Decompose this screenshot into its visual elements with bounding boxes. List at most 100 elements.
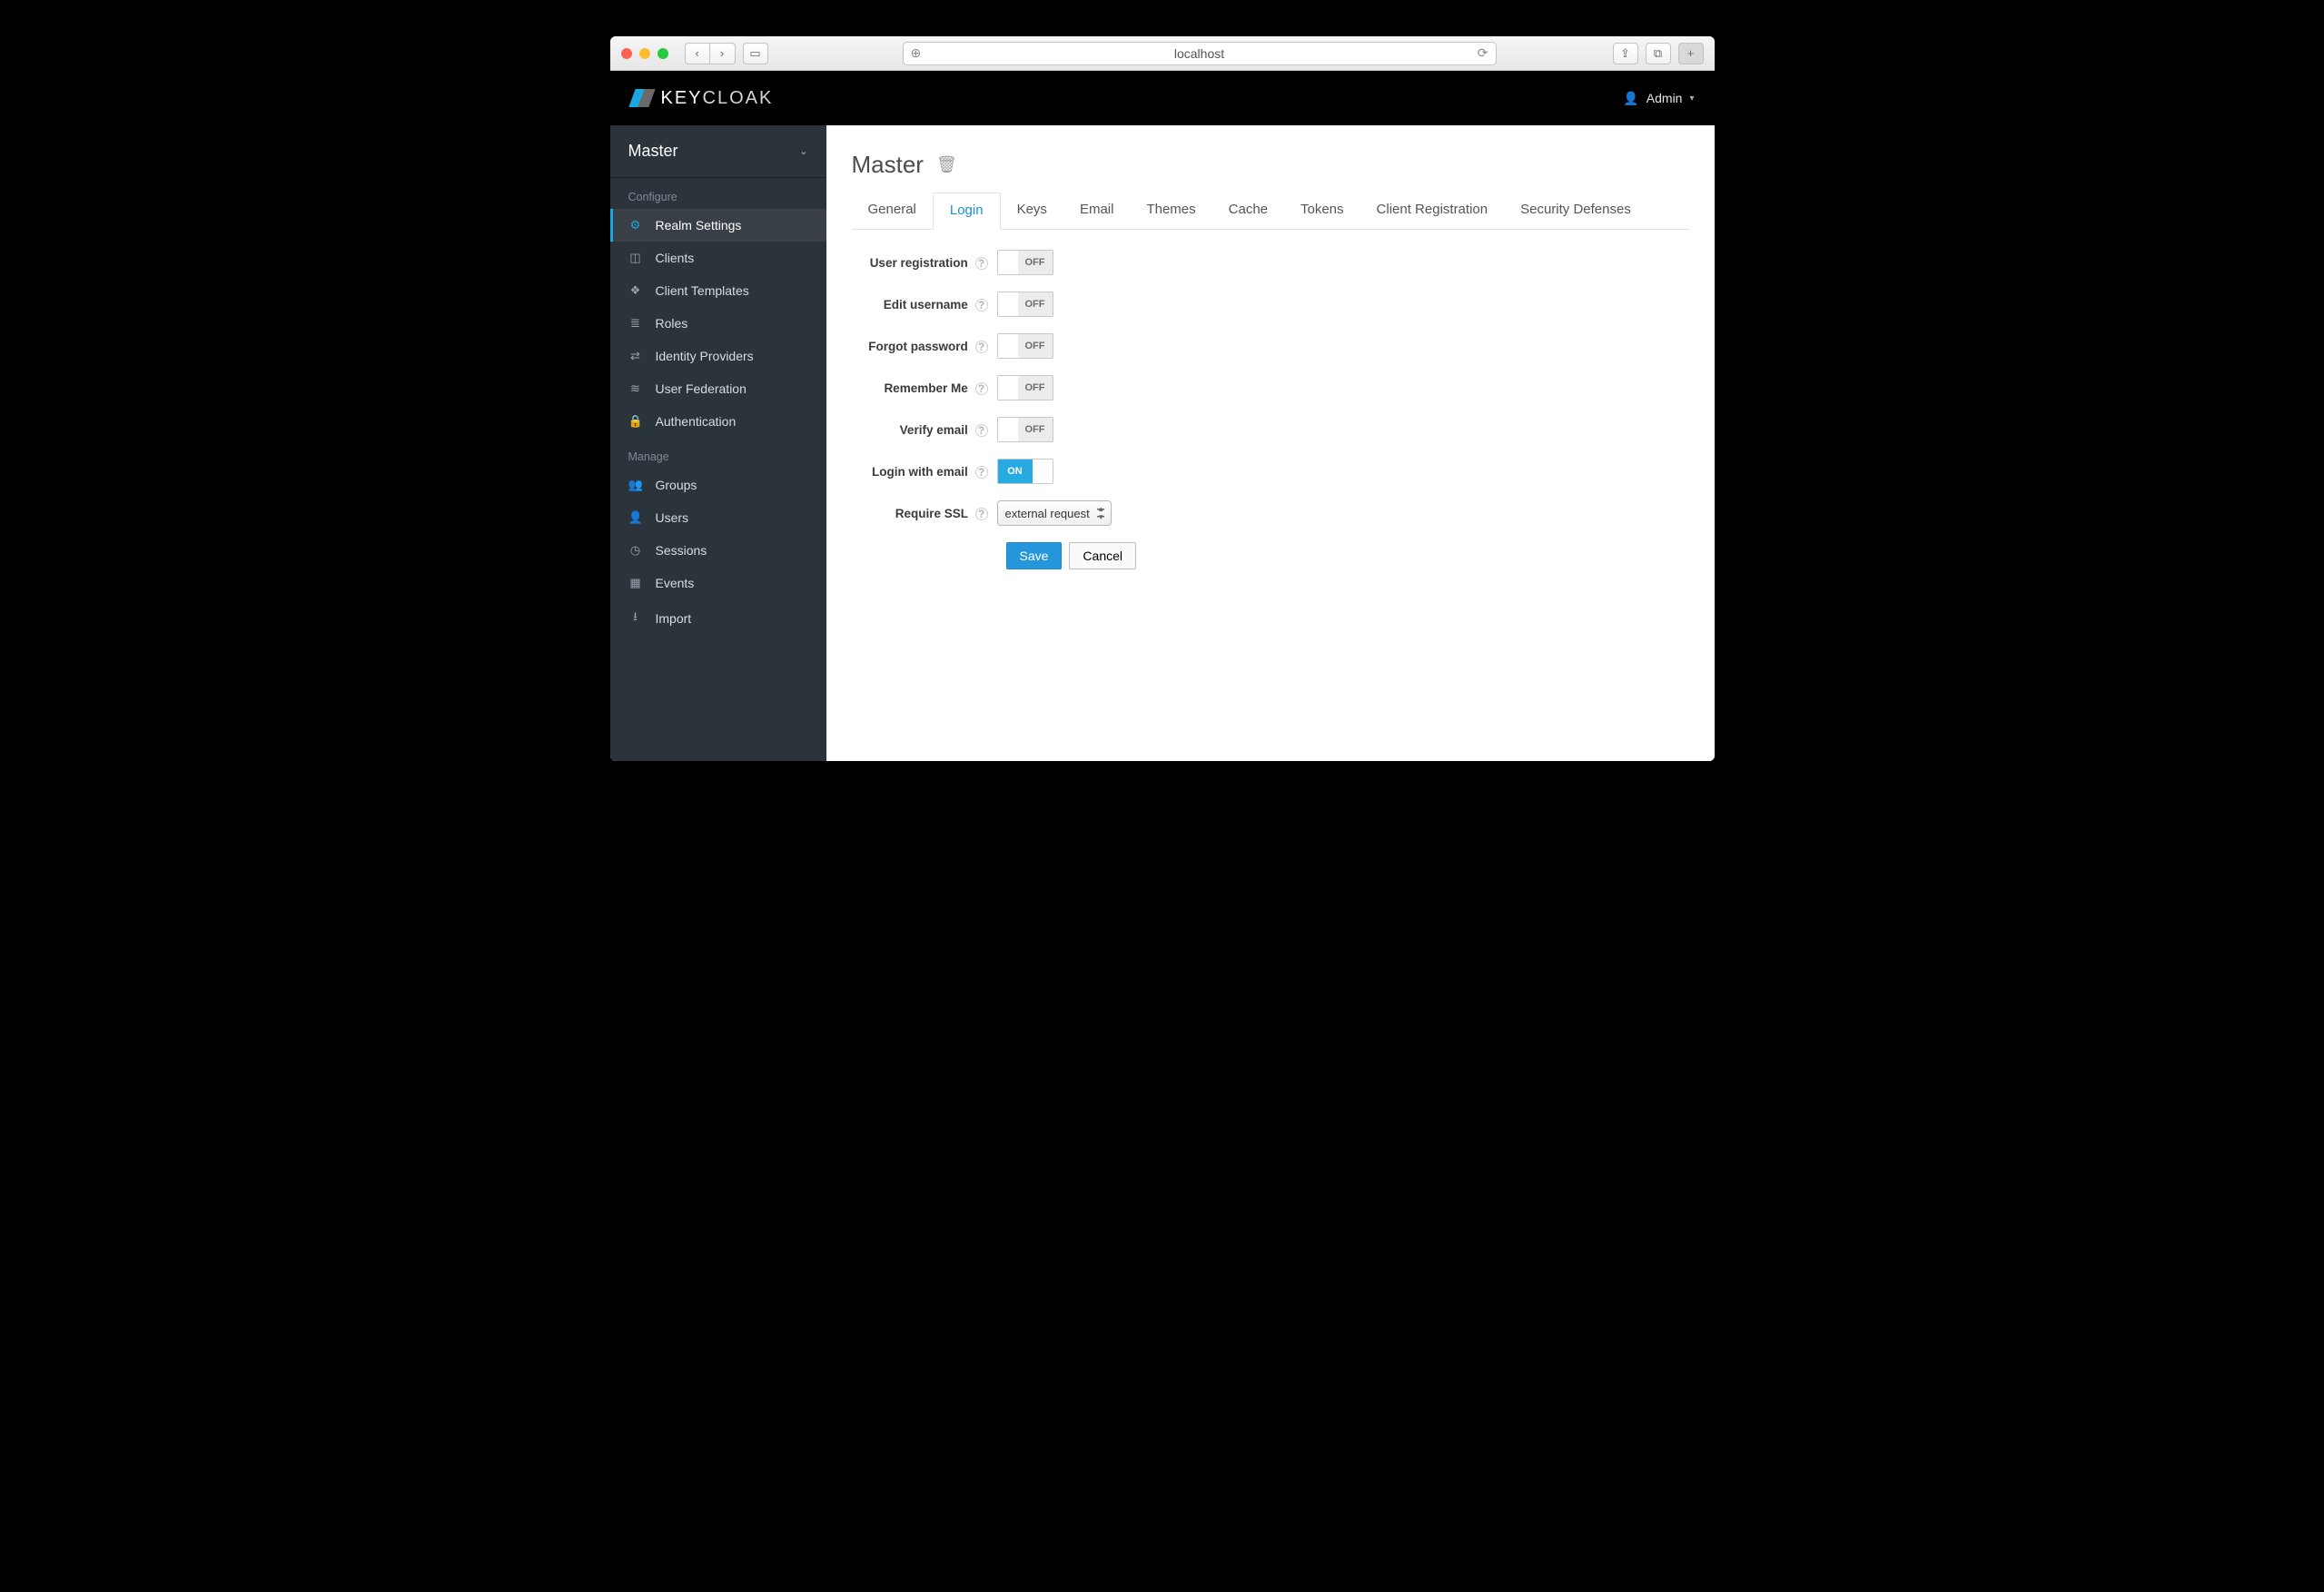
forward-button[interactable]: › <box>710 43 736 64</box>
toggle-knob <box>998 334 1018 358</box>
sidebar-item-realm-settings[interactable]: ⚙ Realm Settings <box>610 209 826 242</box>
brand-text-bold: KEY <box>661 88 703 108</box>
help-icon[interactable]: ? <box>975 257 988 270</box>
help-icon[interactable]: ? <box>975 508 988 520</box>
toggle-verify-email[interactable]: OFF <box>997 417 1053 442</box>
database-icon: ≋ <box>628 381 643 396</box>
select-value: external request <box>1005 507 1090 520</box>
sidebar-item-events[interactable]: ▦ Events <box>610 567 826 599</box>
sidebar-item-clients[interactable]: ◫ Clients <box>610 242 826 274</box>
sidebar-item-groups[interactable]: 👥 Groups <box>610 469 826 501</box>
address-host: localhost <box>904 46 1496 61</box>
row-edit-username: Edit username ? OFF <box>852 292 1689 317</box>
help-icon[interactable]: ? <box>975 299 988 311</box>
sidebar-section-manage: Manage <box>610 438 826 469</box>
chevron-down-icon: ▾ <box>1689 94 1694 104</box>
share-button[interactable]: ⇪ <box>1613 43 1638 64</box>
sidebar-item-label: Groups <box>656 478 697 492</box>
sidebar-item-authentication[interactable]: 🔒 Authentication <box>610 405 826 438</box>
new-tab-button[interactable]: + <box>1678 43 1704 64</box>
tab-client-registration[interactable]: Client Registration <box>1360 193 1505 230</box>
sidebar-toggle-button[interactable]: ▭ <box>743 43 768 64</box>
label-edit-username: Edit username ? <box>852 298 997 311</box>
app-header: KEYCLOAK 👤 Admin ▾ <box>610 71 1715 125</box>
close-window-button[interactable] <box>621 48 632 59</box>
toggle-state: OFF <box>1018 292 1053 316</box>
row-require-ssl: Require SSL ? external request ▴▾ <box>852 500 1689 526</box>
save-button[interactable]: Save <box>1006 542 1063 569</box>
browser-window: ‹ › ▭ ⊕ localhost ⟳ ⇪ ⧉ + KEYCLOAK 👤 Adm… <box>610 36 1715 761</box>
user-icon: 👤 <box>628 510 643 525</box>
toggle-edit-username[interactable]: OFF <box>997 292 1053 317</box>
select-caret-icon: ▴▾ <box>1099 505 1103 521</box>
label-user-registration: User registration ? <box>852 256 997 270</box>
brand-logo[interactable]: KEYCLOAK <box>630 85 774 111</box>
cancel-button[interactable]: Cancel <box>1069 542 1136 569</box>
minimize-window-button[interactable] <box>639 48 650 59</box>
app-body: Master ⌄ Configure ⚙ Realm Settings ◫ Cl… <box>610 125 1715 761</box>
label-text: Forgot password <box>868 340 968 353</box>
row-user-registration: User registration ? OFF <box>852 250 1689 275</box>
sidebar-item-label: Authentication <box>656 414 737 429</box>
sidebar-item-label: Roles <box>656 316 688 331</box>
sliders-icon: ⚙ <box>628 218 643 232</box>
tab-general[interactable]: General <box>852 193 933 230</box>
template-icon: ❖ <box>628 283 643 298</box>
tab-cache[interactable]: Cache <box>1212 193 1284 230</box>
tab-themes[interactable]: Themes <box>1130 193 1211 230</box>
help-icon[interactable]: ? <box>975 341 988 353</box>
sidebar-item-user-federation[interactable]: ≋ User Federation <box>610 372 826 405</box>
brand-text-rest: CLOAK <box>703 88 774 108</box>
help-icon[interactable]: ? <box>975 466 988 479</box>
cube-icon: ◫ <box>628 251 643 265</box>
label-forgot-password: Forgot password ? <box>852 340 997 353</box>
delete-realm-button[interactable]: 🗑 <box>936 155 957 174</box>
sidebar-item-sessions[interactable]: ◷ Sessions <box>610 534 826 567</box>
tab-tokens[interactable]: Tokens <box>1284 193 1360 230</box>
clock-icon: ◷ <box>628 543 643 558</box>
tabs-button[interactable]: ⧉ <box>1646 43 1671 64</box>
zoom-window-button[interactable] <box>658 48 668 59</box>
brand-text: KEYCLOAK <box>661 88 774 109</box>
tabs: General Login Keys Email Themes Cache To… <box>852 192 1689 230</box>
browser-titlebar: ‹ › ▭ ⊕ localhost ⟳ ⇪ ⧉ + <box>610 36 1715 71</box>
toggle-user-registration[interactable]: OFF <box>997 250 1053 275</box>
toggle-login-with-email[interactable]: ON <box>997 459 1053 484</box>
toggle-state: OFF <box>1018 251 1053 274</box>
realm-selector[interactable]: Master ⌄ <box>610 125 826 178</box>
sidebar-item-identity-providers[interactable]: ⇄ Identity Providers <box>610 340 826 372</box>
toggle-forgot-password[interactable]: OFF <box>997 333 1053 359</box>
sidebar-item-label: Realm Settings <box>656 218 742 232</box>
toggle-remember-me[interactable]: OFF <box>997 375 1053 400</box>
list-icon: ≣ <box>628 316 643 331</box>
sidebar-item-label: Identity Providers <box>656 349 754 363</box>
tab-keys[interactable]: Keys <box>1001 193 1063 230</box>
label-text: Login with email <box>872 465 968 479</box>
help-icon[interactable]: ? <box>975 424 988 437</box>
sidebar-item-label: Sessions <box>656 543 707 558</box>
toggle-knob <box>998 376 1018 400</box>
row-forgot-password: Forgot password ? OFF <box>852 333 1689 359</box>
row-login-with-email: Login with email ? ON <box>852 459 1689 484</box>
address-bar[interactable]: ⊕ localhost ⟳ <box>903 42 1497 65</box>
sidebar-item-roles[interactable]: ≣ Roles <box>610 307 826 340</box>
toggle-state: OFF <box>1018 418 1053 441</box>
nav-buttons: ‹ › <box>685 43 736 64</box>
sidebar-item-label: Events <box>656 576 695 590</box>
back-button[interactable]: ‹ <box>685 43 710 64</box>
form-actions: Save Cancel <box>997 542 1689 569</box>
sidebar-item-client-templates[interactable]: ❖ Client Templates <box>610 274 826 307</box>
tab-login[interactable]: Login <box>933 193 1001 230</box>
label-text: User registration <box>870 256 968 270</box>
help-icon[interactable]: ? <box>975 382 988 395</box>
realm-selector-label: Master <box>628 142 678 161</box>
sidebar-section-configure: Configure <box>610 178 826 209</box>
sidebar-item-label: User Federation <box>656 381 747 396</box>
select-require-ssl[interactable]: external request ▴▾ <box>997 500 1112 526</box>
sidebar-item-users[interactable]: 👤 Users <box>610 501 826 534</box>
sidebar-item-import[interactable]: ⭳ Import <box>610 599 826 638</box>
user-menu[interactable]: 👤 Admin ▾ <box>1623 91 1694 106</box>
tab-email[interactable]: Email <box>1063 193 1131 230</box>
tab-security-defenses[interactable]: Security Defenses <box>1504 193 1647 230</box>
row-verify-email: Verify email ? OFF <box>852 417 1689 442</box>
